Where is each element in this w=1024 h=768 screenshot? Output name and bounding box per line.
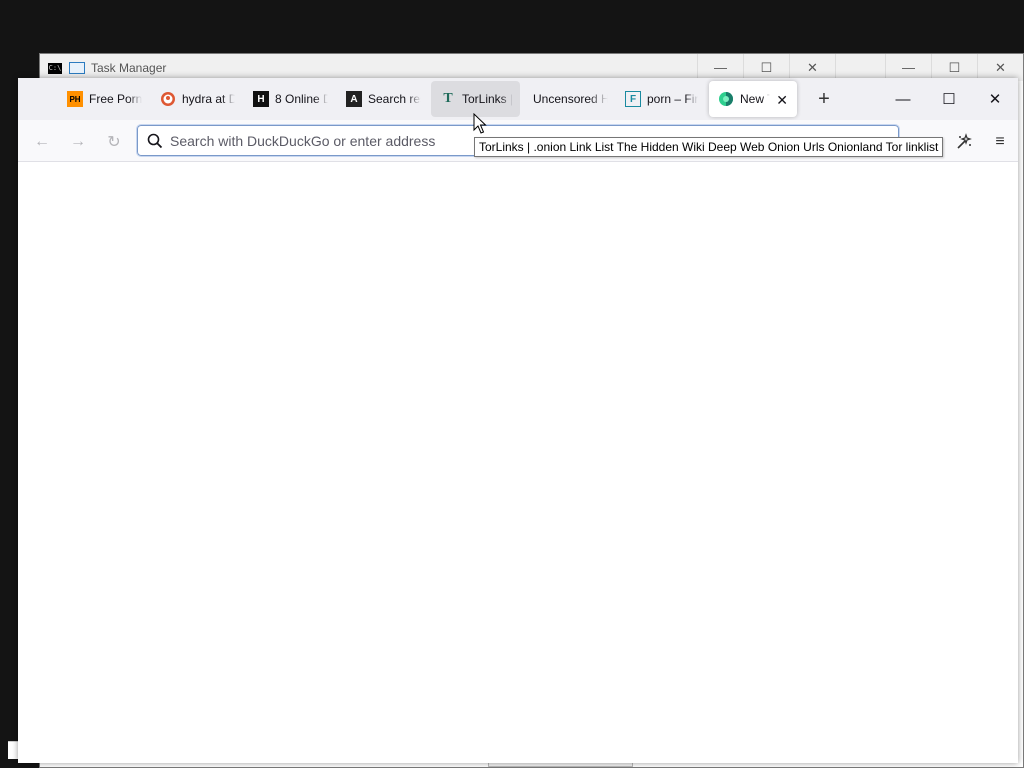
duckduckgo-favicon-icon	[160, 91, 176, 107]
tab-porn-search[interactable]: F porn – Fir	[616, 81, 702, 117]
tab-free-porn[interactable]: PH Free Porn	[58, 81, 144, 117]
back-button[interactable]: ←	[28, 128, 56, 156]
minimize-button[interactable]: —	[885, 54, 931, 81]
browser-window: PH Free Porn hydra at D H 8 Online D A S…	[18, 78, 1018, 763]
maximize-button[interactable]: ☐	[926, 78, 972, 120]
minimize-button[interactable]: —	[880, 78, 926, 120]
pornhub-favicon-icon: PH	[67, 91, 83, 107]
task-manager-icon	[69, 62, 85, 74]
tab-uncensored[interactable]: Uncensored H	[524, 81, 608, 117]
tab-hydra[interactable]: hydra at D	[151, 81, 235, 117]
close-button[interactable]: ✕	[789, 54, 835, 81]
h-favicon-icon: H	[253, 91, 269, 107]
spacer	[835, 54, 885, 81]
close-window-button[interactable]: ✕	[972, 78, 1018, 120]
tab-label: Search res	[368, 92, 421, 106]
minimize-button[interactable]: —	[697, 54, 743, 81]
tab-label: Uncensored H	[533, 92, 608, 106]
search-icon	[147, 133, 163, 149]
maximize-button[interactable]: ☐	[743, 54, 789, 81]
a-favicon-icon: A	[346, 91, 362, 107]
torlinks-favicon-icon: T	[443, 91, 453, 106]
tab-new-tab[interactable]: New Tab ✕	[709, 81, 797, 117]
tab-tooltip: TorLinks | .onion Link List The Hidden W…	[474, 137, 944, 157]
tab-label: porn – Fir	[647, 92, 699, 106]
mouse-cursor-icon	[473, 113, 487, 134]
tab-label: hydra at D	[182, 92, 235, 106]
reload-button[interactable]: ↻	[100, 128, 128, 156]
close-button[interactable]: ✕	[977, 54, 1023, 81]
tab-label: 8 Online D	[275, 92, 328, 106]
tab-torlinks[interactable]: T TorLinks |	[431, 81, 520, 117]
tab-bar: PH Free Porn hydra at D H 8 Online D A S…	[18, 78, 1018, 120]
tab-label: Free Porn	[89, 92, 143, 106]
window-fragment	[8, 741, 18, 759]
f-favicon-icon: F	[625, 91, 641, 107]
maximize-button[interactable]: ☐	[931, 54, 977, 81]
menu-button[interactable]: ≡	[982, 128, 1018, 156]
new-tab-button[interactable]: +	[810, 86, 838, 114]
close-tab-icon[interactable]: ✕	[776, 92, 788, 109]
tab-search-results[interactable]: A Search res	[337, 81, 421, 117]
new-identity-icon[interactable]	[946, 128, 982, 156]
tab-label: TorLinks |	[462, 92, 514, 106]
task-manager-title: Task Manager	[91, 61, 167, 75]
command-prompt-icon: C:\	[48, 63, 62, 74]
tor-favicon-icon	[718, 91, 734, 107]
forward-button[interactable]: →	[64, 128, 92, 156]
tab-online[interactable]: H 8 Online D	[244, 81, 328, 117]
task-manager-titlebar[interactable]: C:\ Task Manager — ☐ ✕ — ☐ ✕	[40, 54, 1023, 81]
page-content[interactable]	[18, 163, 1018, 763]
tab-label: New Tab	[740, 92, 770, 106]
